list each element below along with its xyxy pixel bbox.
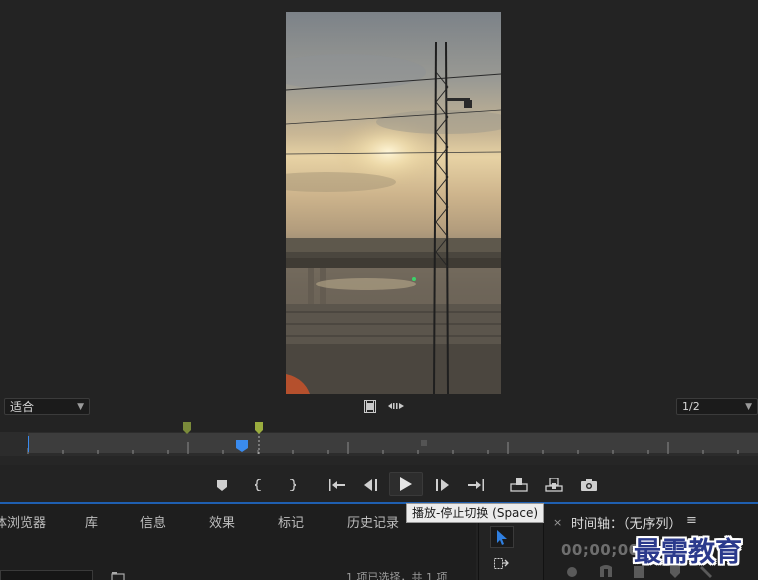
mark-in-button[interactable]	[247, 474, 271, 496]
step-back-icon	[364, 479, 377, 491]
safe-margins-icon[interactable]	[363, 399, 377, 413]
go-to-out-icon	[468, 479, 484, 491]
video-preview	[286, 12, 501, 394]
project-panel-tabs: 体浏览器 库 信息 效果 标记 历史记录	[0, 512, 476, 532]
track-select-icon	[494, 558, 509, 569]
tab-effects[interactable]: 效果	[209, 512, 235, 531]
selection-arrow-icon	[497, 529, 507, 545]
extract-button[interactable]	[542, 474, 566, 496]
tab-libraries[interactable]: 库	[85, 512, 98, 531]
playback-resolution-select[interactable]: 1/2 ▼	[676, 398, 758, 415]
go-to-in-icon	[329, 479, 345, 491]
tab-media-browser[interactable]: 体浏览器	[0, 512, 46, 531]
zoom-level-select[interactable]: 适合 ▼	[4, 398, 90, 415]
mark-out-button[interactable]	[280, 474, 304, 496]
ruler-ticks	[27, 432, 739, 454]
watermark-logo: 最需教育	[634, 537, 742, 568]
tab-history[interactable]: 历史记录	[347, 512, 399, 531]
lift-icon	[510, 478, 528, 492]
settings-wrench-icon[interactable]	[387, 399, 405, 413]
add-marker-button[interactable]	[210, 474, 234, 496]
step-forward-button[interactable]	[430, 474, 454, 496]
go-to-out-button[interactable]	[464, 474, 488, 496]
panel-menu-icon[interactable]: ≡	[686, 513, 697, 528]
marker-icon[interactable]	[183, 422, 191, 434]
mark-in-icon	[255, 479, 262, 491]
play-stop-toggle-button[interactable]	[389, 472, 423, 496]
playback-resolution-value: 1/2	[682, 400, 700, 413]
tab-markers[interactable]: 标记	[278, 512, 304, 531]
tab-info[interactable]: 信息	[140, 512, 166, 531]
zoom-level-value: 适合	[10, 400, 35, 414]
program-monitor: 适合 ▼ 1/2 ▼	[0, 0, 758, 500]
video-scene	[286, 41, 501, 394]
marker-icon	[217, 479, 227, 491]
step-back-button[interactable]	[359, 474, 383, 496]
lift-button[interactable]	[507, 474, 531, 496]
step-forward-icon	[436, 479, 449, 491]
search-input[interactable]	[0, 570, 93, 580]
playhead-icon[interactable]	[236, 440, 248, 452]
play-icon	[400, 477, 412, 491]
track-select-tool-button[interactable]	[490, 553, 514, 575]
ruler-footer	[0, 456, 758, 465]
selection-tool-button[interactable]	[490, 526, 514, 548]
selection-status: 1 项已选择，共 1 项	[346, 571, 448, 580]
chevron-down-icon: ▼	[745, 401, 752, 412]
play-tooltip: 播放-停止切换 (Space)	[406, 503, 545, 523]
go-to-in-button[interactable]	[325, 474, 349, 496]
new-bin-icon[interactable]	[111, 572, 125, 580]
camera-icon	[581, 479, 597, 491]
mark-out-icon	[289, 479, 296, 491]
marker-icon[interactable]	[255, 422, 263, 434]
extract-icon	[545, 478, 563, 492]
export-frame-button[interactable]	[577, 474, 601, 496]
in-point-line	[28, 436, 29, 452]
close-icon[interactable]: ×	[553, 516, 562, 529]
chevron-down-icon: ▼	[77, 401, 84, 412]
